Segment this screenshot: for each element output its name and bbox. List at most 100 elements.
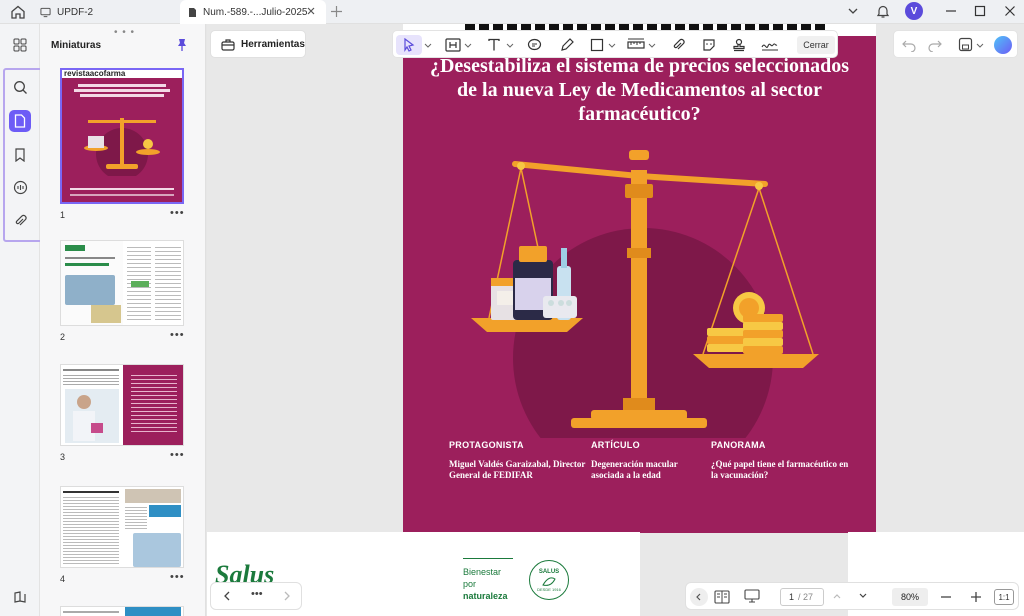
more-icon[interactable]: •••	[170, 449, 185, 461]
ai-assistant-icon[interactable]	[994, 36, 1012, 54]
chevron-down-icon[interactable]	[648, 35, 656, 55]
thumb-footer-line	[70, 194, 174, 196]
page-number: 3	[60, 452, 66, 462]
page-number: 1	[60, 210, 66, 220]
slogan-line: naturaleza	[463, 591, 508, 601]
tab-document[interactable]: Num.-589.-...Julio-2025	[180, 0, 326, 24]
chevron-down-icon[interactable]	[424, 35, 432, 55]
chevron-left-icon[interactable]	[690, 588, 708, 606]
maximize-icon[interactable]	[973, 4, 987, 18]
chevron-left-icon[interactable]	[221, 590, 233, 602]
more-icon[interactable]: •••	[251, 588, 263, 600]
save-icon[interactable]	[958, 37, 973, 52]
highlight-icon	[445, 38, 461, 52]
chevron-down-icon[interactable]	[506, 35, 514, 55]
tools-label: Herramientas	[241, 38, 305, 50]
more-icon[interactable]: •••	[170, 207, 185, 219]
page-number: 2	[60, 332, 66, 342]
pin-icon[interactable]	[176, 38, 188, 52]
tools-button[interactable]: Herramientas	[210, 30, 306, 58]
close-icon[interactable]	[306, 6, 316, 16]
chevron-down-icon[interactable]	[976, 41, 984, 49]
search-icon[interactable]	[9, 76, 31, 98]
cover-page: ¿Desestabiliza el sistema de precios sel…	[403, 36, 876, 533]
avatar[interactable]: V	[905, 2, 923, 20]
zoom-out-icon[interactable]	[940, 591, 952, 603]
more-icon[interactable]: •••	[170, 329, 185, 341]
pencil-icon	[561, 38, 574, 51]
total-pages: / 27	[798, 592, 814, 602]
chevron-right-icon[interactable]	[281, 590, 293, 602]
home-icon[interactable]	[10, 4, 26, 20]
chevron-down-icon[interactable]	[608, 35, 616, 55]
comment-icon[interactable]	[9, 176, 31, 198]
add-tab-icon[interactable]	[330, 5, 343, 18]
layers-icon[interactable]	[9, 586, 31, 608]
attach-tool[interactable]	[671, 35, 685, 55]
undo-icon[interactable]	[902, 38, 916, 52]
column-protagonista: PROTAGONISTA Miguel Valdés Garaizabal, D…	[449, 440, 589, 481]
document-viewer: ¿Desestabiliza el sistema de precios sel…	[207, 24, 1024, 616]
thumbnail-page-3[interactable]	[60, 364, 184, 446]
bookmark-icon[interactable]	[9, 144, 31, 166]
thumbnail-page-4[interactable]	[60, 486, 184, 568]
thumb-brand: revistaacofarma	[62, 70, 182, 78]
column-heading: PANORAMA	[711, 440, 766, 450]
cursor-icon	[404, 38, 415, 52]
panel-grip[interactable]: • • •	[114, 27, 135, 38]
pencil-tool[interactable]	[560, 35, 574, 55]
panel-title: Miniaturas	[51, 40, 102, 51]
redo-icon[interactable]	[928, 38, 942, 52]
paperclip-icon	[673, 38, 685, 50]
note-tool[interactable]	[527, 35, 542, 55]
close-toolbar-button[interactable]: Cerrar	[797, 36, 835, 54]
measure-tool[interactable]	[627, 35, 645, 55]
thumb-scale	[84, 118, 160, 176]
column-text: Degeneración macular asociada a la edad	[591, 459, 678, 480]
chevron-down-icon[interactable]	[858, 591, 868, 601]
left-rail	[0, 24, 47, 616]
thumbnail-page-5[interactable]	[60, 606, 184, 616]
bell-icon[interactable]	[876, 4, 890, 19]
toolbox-icon	[221, 38, 235, 51]
sticker-tool[interactable]	[702, 35, 716, 55]
select-tool[interactable]	[396, 35, 422, 55]
zoom-in-icon[interactable]	[970, 591, 982, 603]
paperclip-icon[interactable]	[9, 210, 31, 232]
rectangle-icon	[590, 38, 604, 52]
signature-tool[interactable]	[761, 35, 779, 55]
more-icon[interactable]: •••	[170, 571, 185, 583]
column-panorama: PANORAMA ¿Qué papel tiene el farmacéutic…	[711, 440, 851, 481]
wellness-slogan: Bienestar por naturaleza	[463, 566, 508, 602]
highlight-tool[interactable]	[445, 35, 461, 55]
presentation-icon[interactable]	[744, 589, 760, 604]
minimize-icon[interactable]	[944, 4, 958, 18]
chevron-up-icon[interactable]	[832, 591, 842, 601]
cover-headline: ¿Desestabiliza el sistema de precios sel…	[429, 55, 849, 125]
page-input[interactable]: 1 / 27	[780, 588, 824, 606]
pages-icon[interactable]	[9, 110, 31, 132]
grid-icon[interactable]	[9, 34, 31, 56]
thumbnail-page-2[interactable]	[60, 240, 184, 326]
monitor-icon	[40, 7, 51, 18]
chevron-down-icon[interactable]	[464, 35, 472, 55]
shape-tool[interactable]	[590, 35, 604, 55]
actual-size-icon[interactable]: 1:1	[994, 589, 1014, 605]
salus-stamp: SALUS DESDE 1916	[529, 560, 569, 600]
tab-updf[interactable]: UPDF-2	[40, 0, 178, 24]
thumbnail-page-1[interactable]: revistaacofarma	[60, 68, 184, 204]
right-toolbar	[893, 30, 1018, 58]
title-bar: UPDF-2 Num.-589.-...Julio-2025 V	[0, 0, 1024, 24]
column-articulo: ARTÍCULO Degeneración macular asociada a…	[591, 440, 701, 481]
text-tool[interactable]	[487, 35, 501, 55]
current-page: 1	[789, 592, 795, 602]
reading-mode-icon[interactable]	[714, 590, 730, 604]
zoom-level[interactable]: 80%	[892, 588, 928, 606]
stamp-text: DESDE 1916	[537, 586, 561, 592]
tab-label: UPDF-2	[57, 6, 94, 18]
text-icon	[488, 38, 500, 51]
stamp-tool[interactable]	[732, 35, 746, 55]
close-window-icon[interactable]	[1003, 4, 1017, 18]
chevron-down-icon[interactable]	[846, 4, 860, 18]
column-text: Miguel Valdés Garaizabal, Director Gener…	[449, 459, 586, 480]
